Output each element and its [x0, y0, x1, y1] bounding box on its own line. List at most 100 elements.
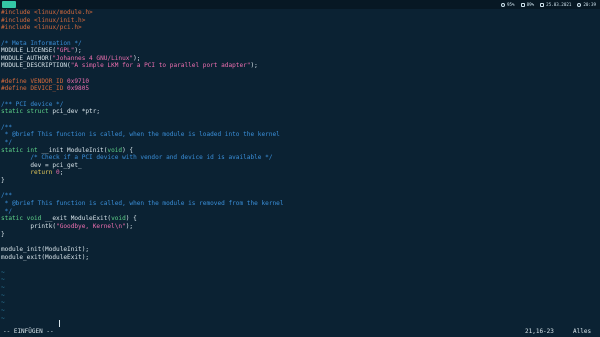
- code-token: /* Meta Information */: [1, 39, 82, 47]
- network-label: 95%: [507, 2, 515, 7]
- code-token: __exit ModuleExit(: [45, 215, 112, 223]
- code-token: #include <linux/pci.h>: [1, 24, 82, 32]
- empty-line-marker: ~: [1, 314, 5, 322]
- code-token: 0x9710: [67, 77, 90, 85]
- code-token: * @brief This function is called, when t…: [1, 131, 280, 139]
- code-line[interactable]: dev = pci_get_: [1, 162, 591, 170]
- time-label: 20:39: [583, 2, 596, 7]
- code-token: void: [111, 215, 126, 223]
- code-token: /**: [1, 192, 13, 200]
- code-line[interactable]: printk("Goodbye, Kernel\n");: [1, 223, 591, 231]
- code-line[interactable]: /* Check if a PCI device with vendor and…: [1, 154, 591, 162]
- code-line[interactable]: #define VENDOR_ID 0x9710: [1, 78, 591, 86]
- tray-network[interactable]: 95%: [501, 2, 515, 7]
- empty-line-marker: ~: [1, 268, 5, 276]
- vim-editor[interactable]: #include <linux/module.h> #include <linux…: [0, 9, 600, 328]
- code-line[interactable]: static int __init ModuleInit(void) {: [1, 147, 591, 155]
- code-token: );: [74, 47, 82, 55]
- code-line[interactable]: ~: [1, 307, 591, 315]
- code-token: dev = pci_get_: [1, 161, 82, 169]
- code-line[interactable]: MODULE_DESCRIPTION("A simple LKM for a P…: [1, 62, 591, 70]
- code-token: pci_dev *ptr;: [52, 108, 101, 116]
- network-icon: [501, 2, 506, 7]
- code-line[interactable]: static void __exit ModuleExit(void) {: [1, 215, 591, 223]
- code-line[interactable]: */: [1, 139, 591, 147]
- code-token: static int: [1, 146, 42, 154]
- code-line[interactable]: /** PCI device */: [1, 101, 591, 109]
- code-token: ;: [59, 169, 64, 177]
- code-line[interactable]: #define DEVICE_ID 0x9805: [1, 85, 591, 93]
- code-line[interactable]: * @brief This function is called, when t…: [1, 131, 591, 139]
- code-token: module_init(ModuleInit);: [1, 245, 90, 253]
- empty-line-marker: ~: [1, 306, 5, 314]
- code-line[interactable]: /* Meta Information */: [1, 40, 591, 48]
- code-buffer[interactable]: #include <linux/module.h> #include <linux…: [1, 9, 591, 322]
- cursor-position: 21,16-23: [525, 328, 554, 335]
- code-line[interactable]: static struct pci_dev *ptr;: [1, 108, 591, 116]
- code-token: "Goodbye, Kernel\n": [56, 222, 126, 230]
- code-token: ) {: [122, 146, 134, 154]
- code-token: MODULE_LICENSE(: [1, 47, 57, 55]
- code-line[interactable]: [1, 93, 591, 101]
- clock-icon: [577, 2, 582, 7]
- code-line[interactable]: [1, 116, 591, 124]
- date-label: 25.03.2021: [546, 2, 572, 7]
- code-token: "GPL": [56, 47, 75, 55]
- code-line[interactable]: [1, 32, 591, 40]
- mode-indicator: -- EINFÜGEN --: [3, 328, 54, 335]
- system-tray: 95% 89% 25.03.2021 20:39: [501, 0, 596, 9]
- code-line[interactable]: MODULE_LICENSE("GPL");: [1, 47, 591, 55]
- code-line[interactable]: return 0;: [1, 169, 591, 177]
- tray-date[interactable]: 25.03.2021: [540, 2, 571, 7]
- code-line[interactable]: ~: [1, 315, 591, 323]
- vim-status-line: -- EINFÜGEN -- 21,16-23 Alles: [0, 327, 600, 337]
- code-line[interactable]: [1, 70, 591, 78]
- code-line[interactable]: /**: [1, 192, 591, 200]
- empty-line-marker: ~: [1, 276, 5, 284]
- code-line[interactable]: ~: [1, 292, 591, 300]
- code-token: __init ModuleInit(: [41, 146, 108, 154]
- code-line[interactable]: #include <linux/module.h>: [1, 9, 591, 17]
- code-line[interactable]: #include <linux/pci.h>: [1, 24, 591, 32]
- code-token: MODULE_DESCRIPTION(: [1, 62, 71, 70]
- code-token: );: [133, 54, 141, 62]
- code-token: MODULE_AUTHOR(: [1, 54, 53, 62]
- code-token: */: [1, 138, 13, 146]
- code-token: #include <linux/module.h>: [1, 9, 93, 16]
- code-line[interactable]: }: [1, 231, 591, 239]
- code-token: static struct: [1, 108, 53, 116]
- code-line[interactable]: ~: [1, 269, 591, 277]
- code-line[interactable]: * @brief This function is called, when t…: [1, 200, 591, 208]
- code-line[interactable]: [1, 261, 591, 269]
- code-line[interactable]: [1, 238, 591, 246]
- code-token: * @brief This function is called, when t…: [1, 200, 284, 208]
- tray-battery[interactable]: 89%: [520, 2, 535, 7]
- code-line[interactable]: ~: [1, 299, 591, 307]
- empty-line-marker: ~: [1, 291, 5, 299]
- battery-label: 89%: [526, 2, 535, 7]
- code-token: }: [1, 177, 5, 185]
- code-token: );: [125, 222, 134, 230]
- code-line[interactable]: [1, 185, 591, 193]
- code-line[interactable]: module_exit(ModuleExit);: [1, 254, 591, 262]
- code-token: }: [1, 230, 5, 238]
- code-token: /** PCI device */: [1, 100, 64, 108]
- calendar-icon: [540, 2, 545, 7]
- code-token: void: [107, 146, 123, 154]
- code-line[interactable]: */: [1, 208, 591, 216]
- code-token: module_exit(ModuleExit);: [1, 253, 90, 261]
- code-token: /* Check if a PCI device with vendor and…: [1, 154, 273, 162]
- code-token: #define VENDOR_ID: [1, 77, 68, 85]
- code-line[interactable]: }: [1, 177, 591, 185]
- code-line[interactable]: ~: [1, 276, 591, 284]
- code-line[interactable]: /**: [1, 124, 591, 132]
- code-line[interactable]: #include <linux/init.h>: [1, 17, 591, 25]
- code-line[interactable]: MODULE_AUTHOR("Johannes 4 GNU/Linux");: [1, 55, 591, 63]
- code-token: "A simple LKM for a PCI to parallel port…: [70, 62, 251, 70]
- code-line[interactable]: ~: [1, 284, 591, 292]
- code-line[interactable]: module_init(ModuleInit);: [1, 246, 591, 254]
- tray-clock[interactable]: 20:39: [577, 2, 596, 7]
- workspace-indicator[interactable]: [2, 1, 16, 8]
- code-token: #include <linux/init.h>: [1, 16, 86, 24]
- empty-line-marker: ~: [1, 284, 5, 292]
